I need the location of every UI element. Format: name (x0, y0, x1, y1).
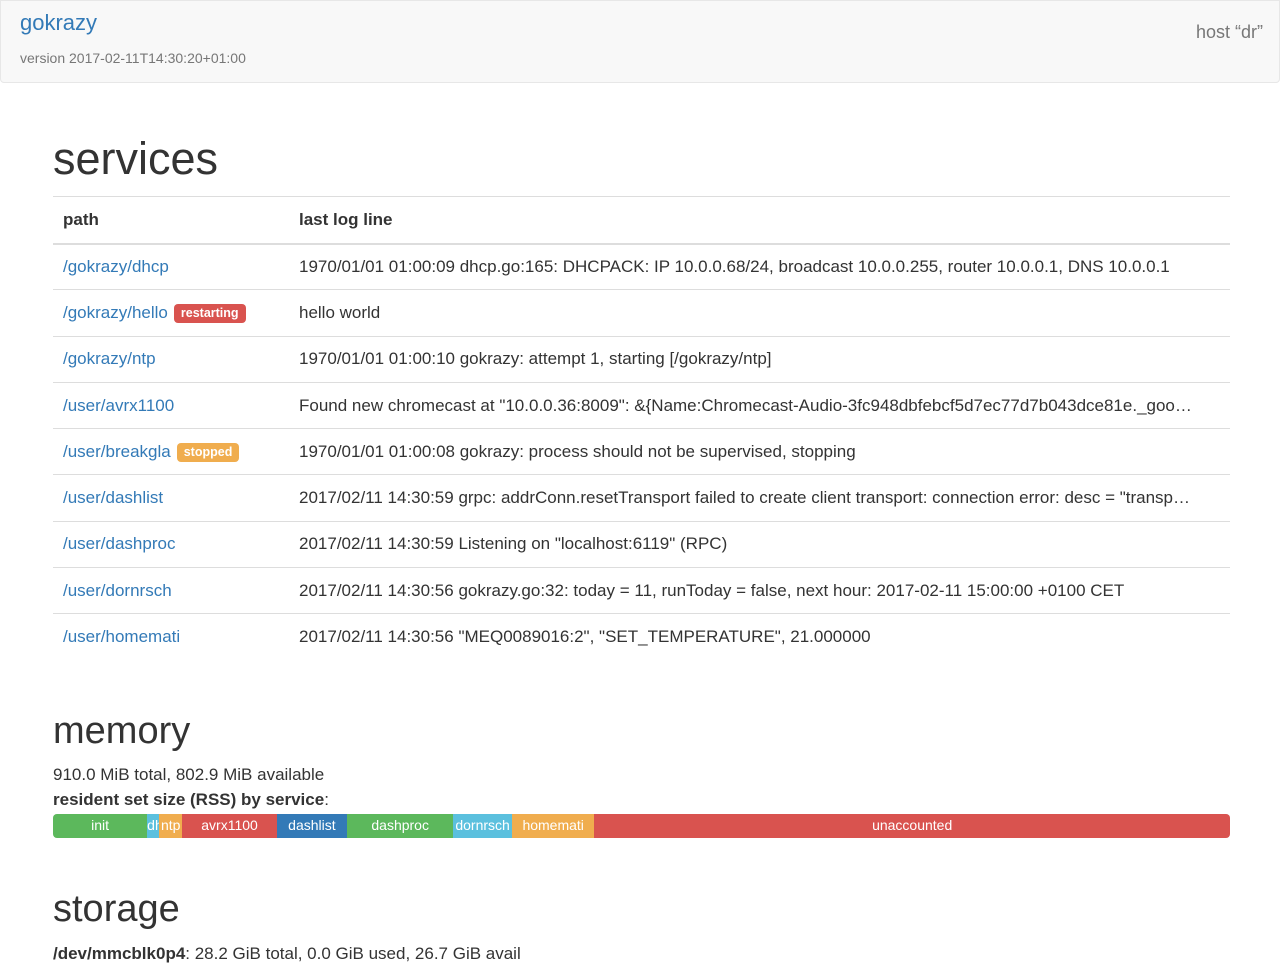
service-link[interactable]: /gokrazy/ntp (63, 349, 156, 368)
rss-label: resident set size (RSS) by service (53, 790, 325, 809)
storage-line: /dev/mmcblk0p4: 28.2 GiB total, 0.0 GiB … (53, 944, 521, 964)
storage-device: /dev/mmcblk0p4 (53, 944, 186, 963)
host-name: host “dr” (1195, 22, 1263, 42)
column-header-path: path (53, 196, 289, 245)
services-table-body: /gokrazy/dhcp 1970/01/01 01:00:09 dhcp.go… (53, 242, 1230, 661)
version-text: version 2017-02-11T14:30:20+01:00 (20, 50, 246, 66)
service-link[interactable]: /user/dashlist (63, 488, 163, 507)
table-row: /gokrazy/dhcp 1970/01/01 01:00:09 dhcp.go… (53, 242, 1230, 290)
storage-details: : 28.2 GiB total, 0.0 GiB used, 26.7 GiB… (185, 944, 521, 963)
services-table: path last log line /gokrazy/dhcp 1970/01/… (53, 196, 1230, 661)
rss-segment-unaccounted: unaccounted (594, 814, 1230, 838)
service-link[interactable]: /user/homemati (63, 627, 180, 646)
service-path-cell: /gokrazy/ntp (53, 335, 289, 383)
table-header-row: path last log line (53, 196, 1230, 245)
status-badge: restarting (173, 303, 246, 324)
brand-link[interactable]: gokrazy (20, 10, 97, 36)
service-path-cell: /gokrazy/dhcp (53, 242, 289, 290)
rss-segment-ntp: ntp (158, 814, 183, 838)
column-header-last-log-line: last log line (289, 196, 1230, 245)
service-path-cell: /user/dashproc (53, 520, 289, 568)
navbar: gokrazy version 2017-02-11T14:30:20+01:0… (0, 0, 1280, 83)
rss-suffix: : (324, 790, 329, 809)
service-path-cell: /user/dornrsch (53, 567, 289, 614)
last-log-line: 1970/01/01 01:00:09 dhcp.go:165: DHCPACK… (289, 242, 1230, 290)
table-row: /user/breakgla stopped 1970/01/01 01:00:08… (53, 428, 1230, 475)
service-path-cell: /gokrazy/hello restarting (53, 289, 289, 337)
rss-segment-homemati: homemati (511, 814, 595, 838)
status-badge: stopped (176, 442, 240, 463)
last-log-line: 2017/02/11 14:30:59 grpc: addrConn.reset… (289, 474, 1230, 522)
service-link[interactable]: /user/breakgla (63, 442, 171, 461)
rss-segment-avrx1100: avrx1100 (182, 814, 277, 838)
table-row: /user/avrx1100 Found new chromecast at "1… (53, 381, 1230, 429)
service-link[interactable]: /gokrazy/dhcp (63, 257, 169, 276)
service-link[interactable]: /gokrazy/hello (63, 303, 168, 322)
table-row: /gokrazy/ntp 1970/01/01 01:00:10 gokrazy:… (53, 335, 1230, 383)
service-path-cell: /user/breakgla stopped (53, 428, 289, 475)
last-log-line: 2017/02/11 14:30:59 Listening on "localh… (289, 520, 1230, 568)
memory-total: 910.0 MiB total, 802.9 MiB available (53, 765, 325, 784)
rss-segment-dornrsch: dornrsch (453, 814, 512, 838)
table-row: /user/dornrsch 2017/02/11 14:30:56 gokraz… (53, 567, 1230, 614)
last-log-line: 1970/01/01 01:00:10 gokrazy: attempt 1, … (289, 335, 1230, 383)
services-heading: services (53, 133, 219, 184)
rss-segment-dashlist: dashlist (276, 814, 348, 838)
table-row: /gokrazy/hello restarting hello world (53, 289, 1230, 337)
last-log-line: 1970/01/01 01:00:08 gokrazy: process sho… (289, 428, 1230, 475)
service-path-cell: /user/homemati (53, 613, 289, 661)
memory-heading: memory (53, 710, 191, 752)
storage-heading: storage (53, 888, 180, 930)
last-log-line: hello world (289, 289, 1230, 337)
table-row: /user/homemati 2017/02/11 14:30:56 "MEQ00… (53, 613, 1230, 661)
service-link[interactable]: /user/avrx1100 (63, 396, 174, 415)
service-link[interactable]: /user/dashproc (63, 534, 175, 553)
rss-segment-dashproc: dashproc (347, 814, 454, 838)
rss-progress-bar: initdhcpntpavrx1100dashlistdashprocdornr… (53, 814, 1230, 838)
table-row: /user/dashproc 2017/02/11 14:30:59 Listen… (53, 520, 1230, 568)
service-path-cell: /user/avrx1100 (53, 381, 289, 429)
rss-segment-dhcp: dhcp (147, 814, 159, 838)
last-log-line: 2017/02/11 14:30:56 gokrazy.go:32: today… (289, 567, 1230, 614)
rss-segment-init: init (53, 814, 148, 838)
last-log-line: Found new chromecast at "10.0.0.36:8009"… (289, 381, 1230, 429)
service-link[interactable]: /user/dornrsch (63, 581, 172, 600)
last-log-line: 2017/02/11 14:30:56 "MEQ0089016:2", "SET… (289, 613, 1230, 661)
service-path-cell: /user/dashlist (53, 474, 289, 522)
rss-caption: resident set size (RSS) by service: (53, 790, 329, 810)
table-row: /user/dashlist 2017/02/11 14:30:59 grpc: … (53, 474, 1230, 522)
